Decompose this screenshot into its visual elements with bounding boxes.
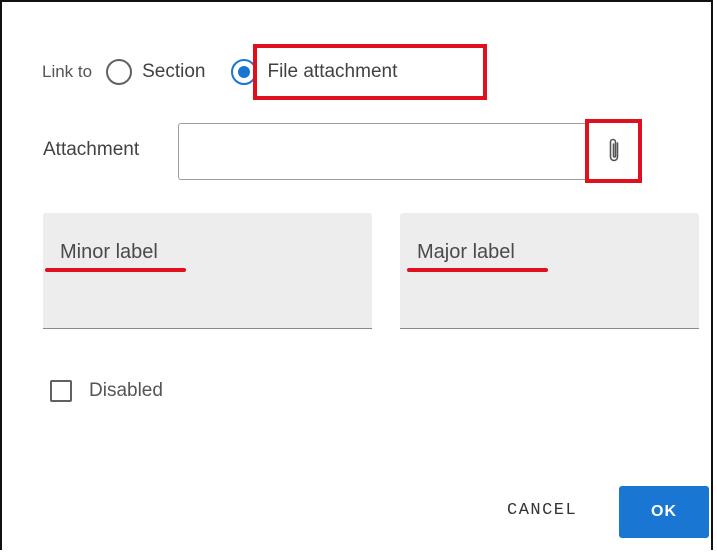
disabled-checkbox-row[interactable]: Disabled [50,380,163,402]
major-label-field[interactable]: Major label [400,213,699,329]
radio-option-section[interactable]: Section [106,59,205,85]
ok-button[interactable]: OK [619,486,709,538]
file-attachment-radio-label: File attachment [267,61,398,82]
major-label-text: Major label [417,241,515,263]
file-attachment-radio[interactable] [231,59,258,85]
minor-label-field[interactable]: Minor label [43,213,372,329]
attachment-label: Attachment [43,139,140,160]
link-to-row: Link to Section File attachment [42,54,397,90]
section-radio[interactable] [106,59,133,85]
link-to-label: Link to [42,62,93,81]
attachment-input[interactable] [178,123,588,180]
major-label-annotation-underline [407,268,548,272]
paperclip-icon [609,138,618,162]
disabled-checkbox[interactable] [50,380,72,402]
disabled-checkbox-label: Disabled [89,380,163,401]
radio-option-file-attachment[interactable]: File attachment [231,59,397,85]
minor-label-annotation-underline [45,268,186,272]
section-radio-label: Section [142,61,206,82]
cancel-button[interactable]: CANCEL [497,490,587,530]
link-dialog: Link to Section File attachment Attachme… [0,0,713,550]
attach-file-button[interactable] [585,119,642,183]
minor-label-text: Minor label [60,241,158,263]
